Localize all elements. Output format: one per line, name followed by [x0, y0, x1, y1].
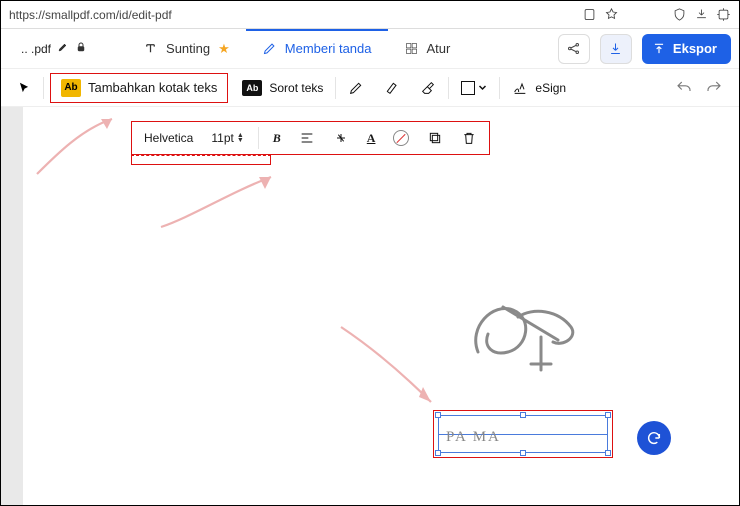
pen-icon [348, 80, 364, 96]
resize-handle[interactable] [520, 412, 526, 418]
strikethrough-icon [333, 130, 349, 146]
download-button[interactable] [600, 34, 632, 64]
page-gutter [1, 107, 23, 505]
refresh-icon [646, 430, 662, 446]
align-button[interactable] [293, 122, 321, 154]
grid-icon [404, 41, 419, 56]
star-icon: ★ [218, 42, 230, 55]
separator [448, 77, 449, 99]
share-icon [566, 41, 581, 56]
no-color-icon [393, 130, 409, 146]
add-text-tool[interactable]: Ab Tambahkan kotak teks [50, 73, 228, 103]
share-button[interactable] [558, 34, 590, 64]
url-field[interactable] [9, 5, 575, 25]
separator [499, 77, 500, 99]
signature-icon [512, 80, 528, 96]
separator [43, 77, 44, 99]
export-label: Ekspor [673, 41, 717, 56]
shape-tool[interactable] [451, 69, 497, 106]
shield-icon[interactable] [671, 7, 687, 23]
annotation-arrow [151, 167, 291, 237]
font-color-icon: A [367, 131, 376, 146]
document-canvas[interactable]: Helvetica 11pt ▲▼ B A [1, 107, 739, 505]
upload-icon [652, 42, 666, 56]
text-format-toolbar-extra [131, 155, 271, 165]
bold-button[interactable]: B [267, 122, 287, 154]
resize-handle[interactable] [435, 450, 441, 456]
tab-annotate[interactable]: Memberi tanda [246, 29, 388, 68]
esign-tool[interactable]: eSign [502, 69, 576, 106]
copy-icon [427, 130, 443, 146]
annotation-arrow [27, 109, 137, 179]
tab-arrange-label: Atur [427, 41, 451, 56]
export-button[interactable]: Ekspor [642, 34, 731, 64]
text-box-selected[interactable]: PA MA [433, 410, 613, 458]
separator [335, 77, 336, 99]
tab-arrange[interactable]: Atur [388, 29, 467, 68]
bookmark-outline-icon[interactable] [581, 7, 597, 23]
redo-icon [705, 79, 723, 97]
file-name: .. .pdf [21, 41, 87, 56]
mode-tabs: Sunting ★ Memberi tanda Atur [127, 29, 466, 68]
strike-button[interactable] [327, 122, 355, 154]
ab-badge-icon: Ab [61, 79, 81, 97]
resize-handle[interactable] [605, 450, 611, 456]
text-t-icon [143, 41, 158, 56]
cursor-icon [17, 81, 31, 95]
freehand-drawing[interactable] [463, 292, 583, 382]
annotation-toolbar: Ab Tambahkan kotak teks Ab Sorot teks eS… [1, 69, 739, 107]
download-tray-icon[interactable] [693, 7, 709, 23]
resize-handle[interactable] [520, 450, 526, 456]
text-format-toolbar: Helvetica 11pt ▲▼ B A [131, 121, 490, 155]
undo-button[interactable] [671, 79, 697, 97]
no-fill-button[interactable] [387, 122, 415, 154]
font-size-stepper[interactable]: 11pt ▲▼ [205, 122, 249, 154]
separator [258, 127, 259, 149]
browser-url-bar [1, 1, 739, 29]
extensions-icon[interactable] [715, 7, 731, 23]
pen-tool[interactable] [338, 69, 374, 106]
stepper-arrows-icon: ▲▼ [237, 133, 244, 143]
marker-tool[interactable] [374, 69, 410, 106]
trash-icon [461, 130, 477, 146]
highlight-tool[interactable]: Ab Sorot teks [232, 69, 333, 106]
ab-dark-badge-icon: Ab [242, 80, 262, 96]
tab-edit[interactable]: Sunting ★ [127, 29, 246, 68]
duplicate-button[interactable] [421, 122, 449, 154]
lock-icon[interactable] [75, 41, 87, 56]
redo-button[interactable] [701, 79, 727, 97]
eraser-tool[interactable] [410, 69, 446, 106]
download-icon [608, 41, 623, 56]
select-tool[interactable] [7, 69, 41, 106]
header-bar: .. .pdf Sunting ★ Memberi tanda Atur [1, 29, 739, 69]
square-icon [461, 81, 475, 95]
marker-icon [384, 80, 400, 96]
font-family-select[interactable]: Helvetica [138, 122, 199, 154]
pencil-icon [262, 41, 277, 56]
highlight-label: Sorot teks [269, 81, 323, 95]
eraser-icon [420, 80, 436, 96]
edit-filename-icon[interactable] [57, 41, 69, 56]
align-left-icon [299, 130, 315, 146]
floating-action-button[interactable] [637, 421, 671, 455]
esign-label: eSign [535, 81, 566, 95]
file-name-label: .. .pdf [21, 42, 51, 56]
star-outline-icon[interactable] [603, 7, 619, 23]
text-box-content[interactable]: PA MA [446, 429, 501, 446]
resize-handle[interactable] [435, 412, 441, 418]
undo-icon [675, 79, 693, 97]
text-color-button[interactable]: A [361, 122, 382, 154]
delete-button[interactable] [455, 122, 483, 154]
tab-edit-label: Sunting [166, 41, 210, 56]
chevron-down-icon [478, 81, 487, 95]
resize-handle[interactable] [605, 412, 611, 418]
annotation-arrow [331, 317, 451, 417]
add-text-label: Tambahkan kotak teks [88, 80, 217, 95]
tab-annotate-label: Memberi tanda [285, 41, 372, 56]
